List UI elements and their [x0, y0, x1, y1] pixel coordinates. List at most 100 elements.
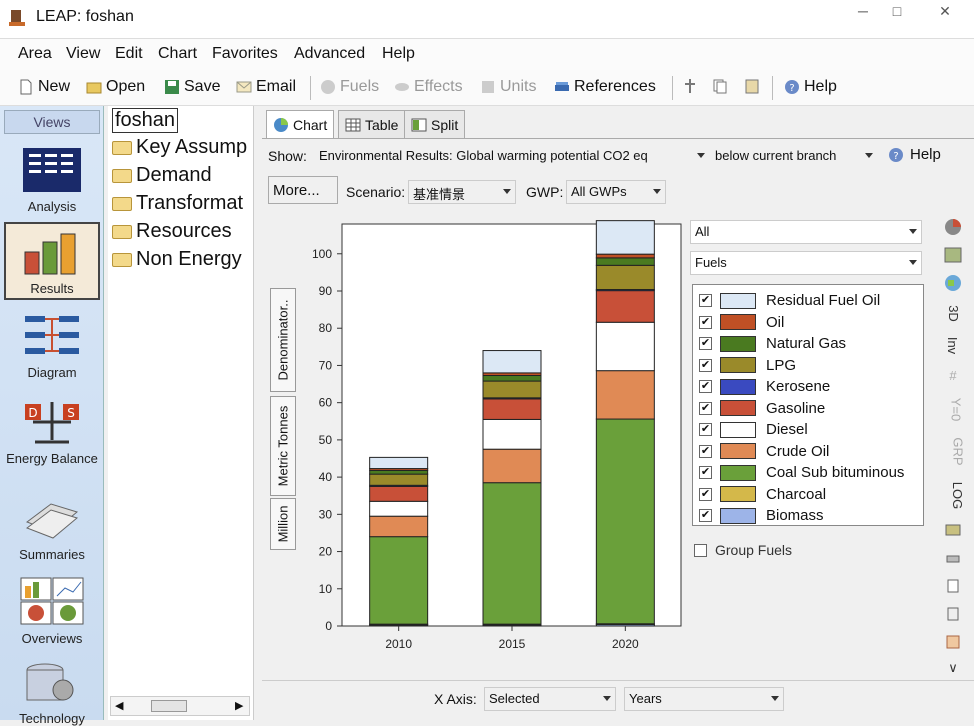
- menu-view[interactable]: View: [66, 45, 100, 63]
- effects-button[interactable]: Effects: [394, 78, 463, 96]
- chart-tool-icon-4[interactable]: [944, 606, 962, 625]
- save-button[interactable]: Save: [164, 78, 220, 96]
- close-button[interactable]: ✕: [932, 3, 958, 21]
- chart-tool-icon-1[interactable]: [944, 522, 962, 541]
- area-tree: foshan Key Assump Demand Transformat Res…: [108, 106, 254, 720]
- tree-item-non-energy[interactable]: Non Energy: [112, 248, 242, 271]
- menu-area[interactable]: Area: [18, 45, 52, 63]
- more-button[interactable]: More...: [268, 176, 338, 204]
- side-tab-denominator[interactable]: Denominator..: [270, 288, 296, 392]
- view-diagram[interactable]: Diagram: [4, 312, 100, 380]
- legend-item[interactable]: ✔ Diesel: [699, 419, 808, 440]
- filter-all-dropdown[interactable]: All: [690, 220, 922, 244]
- tree-item-demand[interactable]: Demand: [112, 164, 212, 187]
- tree-root-foshan[interactable]: foshan: [112, 108, 179, 133]
- references-button[interactable]: References: [554, 78, 656, 96]
- legend-checkbox[interactable]: ✔: [699, 337, 712, 350]
- xaxis-dropdown[interactable]: Selected: [484, 687, 616, 711]
- chart-tool-icon-2[interactable]: [944, 550, 962, 569]
- tab-chart[interactable]: Chart: [266, 110, 335, 138]
- menu-help[interactable]: Help: [382, 45, 415, 63]
- toggle-y0-label: Y=0: [948, 397, 964, 422]
- legend-item[interactable]: ✔ Charcoal: [699, 484, 826, 505]
- chart-help-button[interactable]: ? Help: [888, 146, 941, 163]
- view-energy-balance[interactable]: DS Energy Balance: [4, 398, 100, 466]
- tree-item-resources[interactable]: Resources: [112, 220, 232, 243]
- open-button[interactable]: Open: [86, 78, 145, 96]
- legend-item[interactable]: ✔ Natural Gas: [699, 333, 846, 354]
- tree-item-key-assumptions[interactable]: Key Assump: [112, 136, 247, 159]
- tab-split[interactable]: Split: [404, 110, 466, 138]
- legend-item[interactable]: ✔ Kerosene: [699, 376, 830, 397]
- units-button[interactable]: Units: [480, 78, 536, 96]
- grid-button[interactable]: #: [944, 368, 962, 383]
- tree-horizontal-scrollbar[interactable]: ◀ ▶: [110, 696, 250, 716]
- tab-table[interactable]: Table: [338, 110, 406, 138]
- chart-tool-icon-5[interactable]: [944, 634, 962, 653]
- chart-tool-icon-3[interactable]: [944, 578, 962, 597]
- legend-item[interactable]: ✔ Oil: [699, 312, 784, 333]
- pie-chart-icon: [945, 219, 961, 235]
- branch-dropdown[interactable]: below current branch: [710, 144, 878, 168]
- legend-checkbox[interactable]: ✔: [699, 358, 712, 372]
- menu-advanced[interactable]: Advanced: [294, 45, 365, 63]
- legend-item[interactable]: ✔ Coal Sub bituminous: [699, 462, 904, 483]
- bar-segment: [369, 515, 429, 538]
- fuels-button[interactable]: Fuels: [320, 78, 379, 96]
- view-results[interactable]: Results: [4, 222, 100, 300]
- legend-checkbox[interactable]: ✔: [699, 294, 712, 307]
- paste-button[interactable]: [744, 78, 760, 94]
- tree-item-transformation[interactable]: Transformat: [112, 192, 243, 215]
- toggle-y0-button[interactable]: Y=0: [944, 398, 963, 422]
- menu-favorites[interactable]: Favorites: [212, 45, 278, 63]
- legend-item[interactable]: ✔ Gasoline: [699, 398, 825, 419]
- scroll-left-icon[interactable]: ◀: [115, 699, 123, 712]
- legend-checkbox[interactable]: ✔: [699, 466, 712, 479]
- more-tools-button[interactable]: ∨: [944, 660, 962, 676]
- legend-checkbox[interactable]: ✔: [699, 380, 712, 393]
- minimize-button[interactable]: ─: [850, 3, 876, 21]
- legend-checkbox[interactable]: ✔: [699, 487, 712, 501]
- area-chart-button[interactable]: [944, 246, 962, 267]
- toggle-3d-button[interactable]: 3D: [944, 305, 962, 322]
- legend-item[interactable]: ✔ Crude Oil: [699, 441, 829, 462]
- toggle-inv-button[interactable]: Inv: [944, 337, 962, 354]
- legend-item[interactable]: ✔ Biomass: [699, 505, 824, 526]
- help-button[interactable]: ? Help: [784, 78, 837, 96]
- new-button[interactable]: New: [18, 78, 70, 96]
- view-summaries[interactable]: Summaries: [4, 498, 100, 562]
- legend-checkbox[interactable]: ✔: [699, 509, 712, 522]
- email-button[interactable]: Email: [236, 78, 296, 96]
- pie-chart-button[interactable]: [944, 218, 962, 239]
- legend-swatch: [720, 486, 756, 502]
- toggle-log-button[interactable]: LOG: [944, 482, 965, 509]
- xaxis-label: X Axis:: [434, 691, 477, 707]
- side-tab-metric-tonnes[interactable]: Metric Tonnes: [270, 396, 296, 496]
- menu-edit[interactable]: Edit: [115, 45, 143, 63]
- legend-item[interactable]: ✔ LPG: [699, 355, 796, 376]
- legend-checkbox[interactable]: ✔: [699, 444, 712, 458]
- menu-chart[interactable]: Chart: [158, 45, 197, 63]
- pin-button[interactable]: [682, 78, 698, 94]
- view-analysis[interactable]: Analysis: [4, 146, 100, 214]
- scroll-thumb[interactable]: [151, 700, 187, 712]
- toolbar-separator: [672, 76, 673, 100]
- scenario-dropdown[interactable]: 基准情景: [408, 180, 516, 204]
- view-overviews[interactable]: Overviews: [4, 576, 100, 646]
- legend-checkbox[interactable]: ✔: [699, 315, 712, 329]
- view-technology[interactable]: Technology: [4, 662, 100, 726]
- gwp-dropdown[interactable]: All GWPs: [566, 180, 666, 204]
- maximize-button[interactable]: □: [884, 3, 910, 21]
- group-fuels-checkbox[interactable]: Group Fuels: [694, 542, 792, 558]
- scroll-right-icon[interactable]: ▶: [235, 699, 243, 712]
- legend-checkbox[interactable]: ✔: [699, 401, 712, 415]
- filter-fuels-dropdown[interactable]: Fuels: [690, 251, 922, 275]
- side-tab-million[interactable]: Million: [270, 498, 296, 550]
- toggle-grp-button[interactable]: GRP: [944, 437, 966, 465]
- map-button[interactable]: [944, 274, 962, 295]
- legend-item[interactable]: ✔ Residual Fuel Oil: [699, 290, 880, 311]
- copy-button[interactable]: [712, 78, 728, 94]
- show-dropdown[interactable]: Environmental Results: Global warming po…: [314, 144, 710, 168]
- legend-checkbox[interactable]: ✔: [699, 423, 712, 436]
- xaxis-dimension-dropdown[interactable]: Years: [624, 687, 784, 711]
